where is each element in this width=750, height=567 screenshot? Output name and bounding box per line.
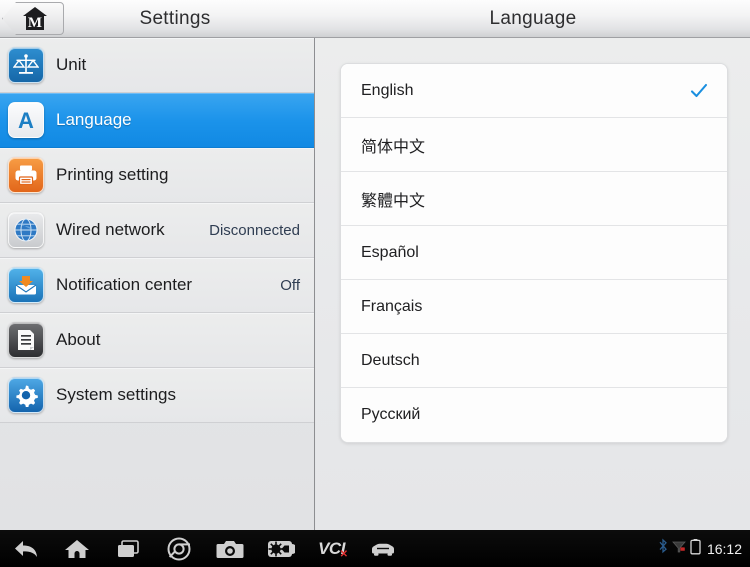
recent-apps-icon[interactable] <box>102 530 153 567</box>
sidebar-item-label: Language <box>56 110 132 129</box>
bottom-navigation-bar: VCI ✕ 16:12 <box>0 530 750 567</box>
language-option-traditional-chinese[interactable]: 繁體中文 <box>341 172 727 226</box>
sidebar-item-unit[interactable]: Unit <box>0 38 314 93</box>
language-option-english[interactable]: English <box>341 64 727 118</box>
language-option-label: 繁體中文 <box>361 192 426 210</box>
chrome-browser-icon[interactable] <box>153 530 204 567</box>
language-option-label: Deutsch <box>361 351 420 369</box>
back-arrow-icon[interactable] <box>0 530 51 567</box>
sidebar-item-notification-center[interactable]: Notification center Off <box>0 258 314 313</box>
status-area: 16:12 <box>658 538 750 560</box>
language-option-spanish[interactable]: Español <box>341 226 727 280</box>
language-option-label: Español <box>361 243 419 261</box>
home-icon[interactable] <box>51 530 102 567</box>
language-option-russian[interactable]: Русский <box>341 388 727 442</box>
sidebar-item-label: System settings <box>56 385 176 404</box>
gear-icon <box>8 377 44 413</box>
document-icon <box>8 322 44 358</box>
sidebar-item-label: Unit <box>56 55 87 74</box>
sidebar-item-about[interactable]: About <box>0 313 314 368</box>
sidebar-item-value: Off <box>280 276 300 294</box>
sidebar-item-value: Disconnected <box>209 221 300 239</box>
battery-icon <box>690 538 701 560</box>
language-title: Language <box>489 7 577 29</box>
vci-icon[interactable]: VCI ✕ <box>306 530 357 567</box>
settings-sidebar: Unit A Language Printing setting Wired n… <box>0 38 315 530</box>
check-icon <box>689 81 709 101</box>
screenshot-icon[interactable] <box>255 530 306 567</box>
globe-icon <box>8 212 44 248</box>
language-option-label: Français <box>361 297 423 315</box>
vehicle-icon[interactable] <box>357 530 408 567</box>
vci-disconnected-x-icon: ✕ <box>339 549 348 560</box>
settings-header: M Settings <box>0 0 316 38</box>
sidebar-item-label: Notification center <box>56 275 193 294</box>
language-header: Language <box>316 0 750 38</box>
letter-a-icon: A <box>8 102 44 138</box>
inbox-arrow-icon <box>8 267 44 303</box>
camera-icon[interactable] <box>204 530 255 567</box>
language-option-label: English <box>361 81 414 99</box>
language-option-label: 简体中文 <box>361 138 426 156</box>
printer-icon <box>8 157 44 193</box>
sidebar-item-label: About <box>56 330 101 349</box>
settings-title: Settings <box>139 7 211 29</box>
signal-icon <box>672 538 686 559</box>
sidebar-item-wired-network[interactable]: Wired network Disconnected <box>0 203 314 258</box>
language-option-french[interactable]: Français <box>341 280 727 334</box>
bluetooth-icon <box>658 538 668 559</box>
language-list: English 简体中文 繁體中文 Español Français Deuts… <box>340 63 728 443</box>
language-option-simplified-chinese[interactable]: 简体中文 <box>341 118 727 172</box>
sidebar-item-label: Printing setting <box>56 165 169 184</box>
scales-icon <box>8 47 44 83</box>
sidebar-item-language[interactable]: A Language <box>0 93 314 148</box>
sidebar-item-label: Wired network <box>56 220 165 239</box>
language-option-german[interactable]: Deutsch <box>341 334 727 388</box>
language-panel: English 简体中文 繁體中文 Español Français Deuts… <box>316 38 750 530</box>
sidebar-item-system-settings[interactable]: System settings <box>0 368 314 423</box>
language-option-label: Русский <box>361 406 421 423</box>
sidebar-item-printing-setting[interactable]: Printing setting <box>0 148 314 203</box>
device-screen: M Settings Language Unit A Language Prin… <box>0 0 750 567</box>
status-clock: 16:12 <box>706 540 742 557</box>
svg-text:A: A <box>18 108 34 132</box>
